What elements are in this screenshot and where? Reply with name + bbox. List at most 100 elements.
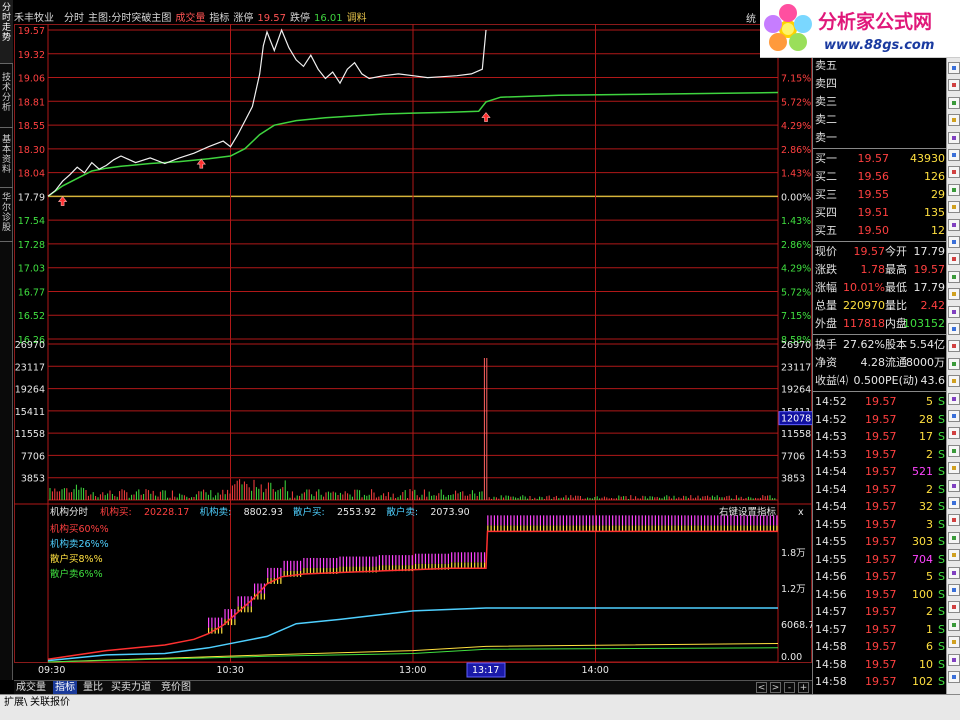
scroll-button-4[interactable]: + xyxy=(798,682,809,693)
quote-label: 涨幅 xyxy=(815,281,837,294)
status-linked-quote[interactable]: 关联报价 xyxy=(30,697,70,709)
toolbar-tool-icon[interactable] xyxy=(948,270,960,283)
toolbar-tool-icon[interactable] xyxy=(948,531,960,544)
bid-volume: 43930 xyxy=(910,152,945,165)
fundamental-value-2: 5.54亿 xyxy=(909,338,946,351)
quote-label-2: 今开 xyxy=(885,245,907,258)
tick-volume: 521 xyxy=(912,465,933,478)
quote-value: 220970 xyxy=(843,299,885,312)
status-bar: 扩展\ 关联报价 xyxy=(0,694,960,720)
header-item-3: 指标 xyxy=(209,13,230,24)
indicator-axis-label: 6068.70 xyxy=(781,620,812,631)
left-tab-1[interactable]: 分时走势 xyxy=(0,0,13,64)
bid-row: 买二 19.56 126 xyxy=(813,168,947,186)
indicator-title: 机构分时 xyxy=(50,506,89,518)
toolbar-tool-icon[interactable] xyxy=(948,79,960,92)
quote-row: 涨跌 1.78 最高 19.57 xyxy=(813,261,947,279)
tick-row: 14:57 19.57 2 S xyxy=(813,603,947,621)
toolbar-tool-icon[interactable] xyxy=(948,671,960,683)
bid-price: 19.55 xyxy=(857,188,890,201)
ask-row: 卖四 xyxy=(813,75,947,93)
toolbar-tool-icon[interactable] xyxy=(948,653,960,666)
toolbar-tool-icon[interactable] xyxy=(948,566,960,579)
toolbar-tool-icon[interactable] xyxy=(948,618,960,631)
toolbar-tool-icon[interactable] xyxy=(948,375,960,388)
toolbar-tool-icon[interactable] xyxy=(948,62,960,74)
time-label: 09:30 xyxy=(38,665,65,676)
tick-price: 19.57 xyxy=(865,675,897,688)
logo-title: 分析家公式网 xyxy=(818,10,932,33)
toolbar-tool-icon[interactable] xyxy=(948,201,960,214)
price-label: 19.57 xyxy=(18,26,45,37)
toolbar-tool-icon[interactable] xyxy=(948,96,960,109)
tick-row: 14:52 19.57 5 S xyxy=(813,393,947,411)
left-tab-4[interactable]: 华尔诊股 xyxy=(0,190,13,242)
tick-side: S xyxy=(938,482,945,496)
bid-row: 买三 19.55 29 xyxy=(813,186,947,204)
toolbar-tool-icon[interactable] xyxy=(948,253,960,266)
indicator-tab-2[interactable]: 指标 xyxy=(53,681,77,694)
indicator-tab-4[interactable]: 买卖力道 xyxy=(109,681,153,694)
toolbar-tool-icon[interactable] xyxy=(948,636,960,649)
scroll-button-3[interactable]: - xyxy=(784,682,795,693)
toolbar-tool-icon[interactable] xyxy=(948,323,960,335)
indicator-tab-5[interactable]: 竞价图 xyxy=(159,681,193,694)
fundamental-row: 净资 4.28 流通 8000万 xyxy=(813,354,947,372)
indicator-close-icon[interactable]: x xyxy=(798,507,804,518)
status-extend-button[interactable]: 扩展\ xyxy=(4,697,27,709)
toolbar-tool-icon[interactable] xyxy=(948,149,960,161)
scroll-button-1[interactable]: < xyxy=(756,682,767,693)
tick-price: 19.57 xyxy=(865,430,897,443)
toolbar-tool-icon[interactable] xyxy=(948,514,960,527)
intraday-chart[interactable]: 19.57 19.32 19.06 18.81 18.55 18.30 18.04 17.79… xyxy=(14,0,812,680)
indicator-stat-label: 散户卖: xyxy=(386,506,418,518)
app-window: 分时走势技术分析基本资料华尔诊股 19.57 19.32 19.06 18.81 18.… xyxy=(0,0,960,720)
toolbar-tool-icon[interactable] xyxy=(948,357,960,370)
bid-row: 买四 19.51 135 xyxy=(813,204,947,222)
bid-label: 买二 xyxy=(815,170,837,183)
quote-label-2: 量比 xyxy=(885,299,907,312)
toolbar-tool-icon[interactable] xyxy=(948,549,960,562)
left-tab-3[interactable]: 基本资料 xyxy=(0,132,13,188)
toolbar-tool-icon[interactable] xyxy=(948,479,960,492)
toolbar-tool-icon[interactable] xyxy=(948,427,960,440)
scroll-button-2[interactable]: > xyxy=(770,682,781,693)
left-tab-2[interactable]: 技术分析 xyxy=(0,70,13,128)
toolbar-tool-icon[interactable] xyxy=(948,288,960,301)
bid-volume: 135 xyxy=(924,206,945,219)
tick-price: 19.57 xyxy=(865,412,897,426)
toolbar-tool-icon[interactable] xyxy=(948,305,960,318)
toolbar-tool-icon[interactable] xyxy=(948,114,960,127)
indicator-tab-1[interactable]: 成交量 xyxy=(14,681,48,694)
toolbar-tool-icon[interactable] xyxy=(948,131,960,144)
volume-label-right: 3853 xyxy=(781,474,805,485)
ask-label: 卖四 xyxy=(815,77,837,90)
tick-side: S xyxy=(938,675,945,688)
toolbar-tool-icon[interactable] xyxy=(948,444,960,457)
header-item-4: 涨停 xyxy=(233,13,254,24)
indicator-legend-item: 散户卖6%% xyxy=(50,568,103,580)
toolbar-tool-icon[interactable] xyxy=(948,340,960,353)
toolbar-tool-icon[interactable] xyxy=(948,218,960,231)
toolbar-tool-icon[interactable] xyxy=(948,497,960,509)
toolbar-tool-icon[interactable] xyxy=(948,236,960,248)
tick-row: 14:58 19.57 6 S xyxy=(813,638,947,656)
toolbar-tool-icon[interactable] xyxy=(948,462,960,475)
book-divider xyxy=(813,148,947,149)
toolbar-tool-icon[interactable] xyxy=(948,601,960,614)
toolbar-tool-icon[interactable] xyxy=(948,584,960,596)
tick-price: 19.57 xyxy=(865,622,897,636)
tick-time: 14:54 xyxy=(815,500,847,513)
ask-row: 卖一 xyxy=(813,129,947,147)
toolbar-tool-icon[interactable] xyxy=(948,410,960,422)
quote-row: 现价 19.57 今开 17.79 xyxy=(813,243,947,261)
buy-arrow-icon xyxy=(196,158,206,169)
toolbar-tool-icon[interactable] xyxy=(948,166,960,179)
toolbar-tool-icon[interactable] xyxy=(948,183,960,196)
indicator-tab-3[interactable]: 量比 xyxy=(81,681,105,694)
stock-name: 禾丰牧业 xyxy=(14,13,54,24)
price-label: 17.03 xyxy=(18,264,45,275)
tick-side: S xyxy=(938,465,945,478)
tick-side: S xyxy=(938,412,945,426)
toolbar-tool-icon[interactable] xyxy=(948,392,960,405)
